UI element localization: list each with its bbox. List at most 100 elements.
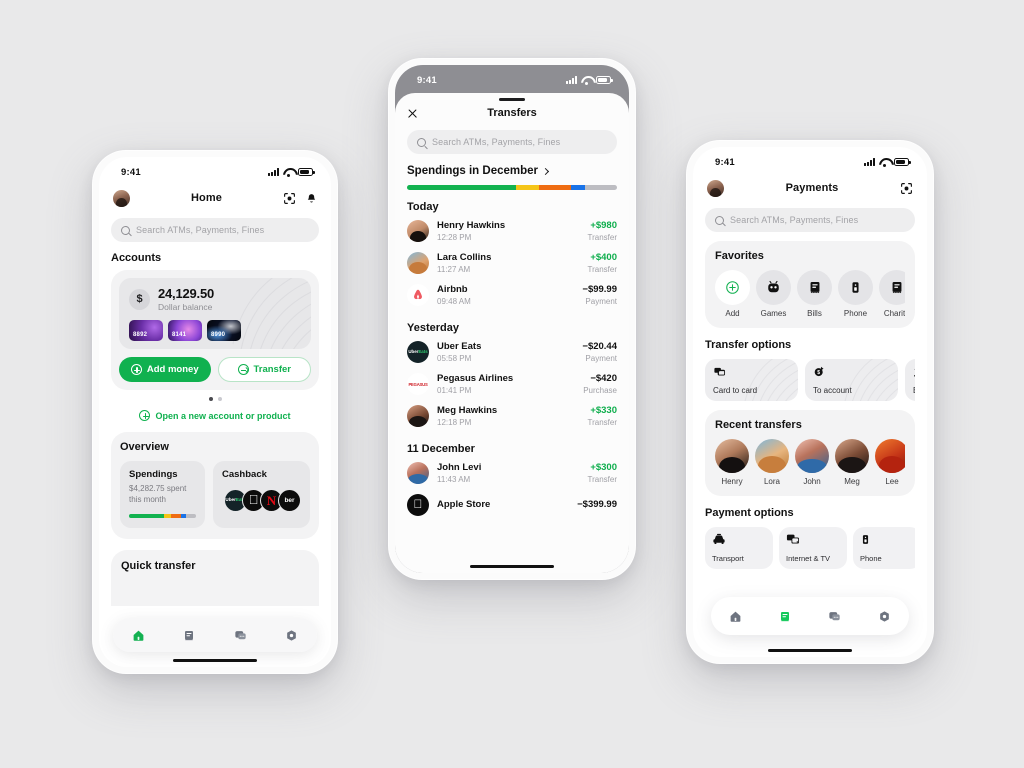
payment-option-phone[interactable]: Phone xyxy=(853,527,915,569)
balance-row: $ 24,129.50 Dollar balance xyxy=(129,286,301,312)
card-last4: 8990 xyxy=(211,332,226,338)
mini-card[interactable]: 8892 xyxy=(129,320,163,341)
recent-transfers-panel: Recent transfers Henry Lora John Meg Lee xyxy=(705,410,915,496)
bar-segment xyxy=(129,513,164,518)
open-new-account-link[interactable]: Open a new account or product xyxy=(111,410,319,421)
transaction-row[interactable]:  Apple Store −$399.99 xyxy=(407,489,617,521)
pager-dot[interactable] xyxy=(217,397,222,401)
home-icon[interactable] xyxy=(132,629,145,642)
transaction-amount: −$420 xyxy=(590,373,617,385)
transfer-button[interactable]: Transfer xyxy=(217,357,311,382)
search-input[interactable]: Search ATMs, Payments, Fines xyxy=(705,208,915,232)
account-summary[interactable]: $ 24,129.50 Dollar balance 8892 8141 899… xyxy=(119,278,311,349)
internet-tv-icon xyxy=(786,534,799,544)
search-placeholder: Search ATMs, Payments, Fines xyxy=(730,215,859,225)
search-placeholder: Search ATMs, Payments, Fines xyxy=(136,225,265,235)
transaction-row[interactable]: Henry Hawkins 12:28 PM +$980 Transfer xyxy=(407,215,617,247)
header-icons xyxy=(900,182,913,195)
home-indicator xyxy=(173,658,257,662)
favorite-bills[interactable]: Bills xyxy=(797,270,832,318)
scan-qr-icon[interactable] xyxy=(900,182,913,195)
transaction-row[interactable]: Uber Eats Uber Eats 05:58 PM −$20.44 Payment xyxy=(407,336,617,368)
phone-home: 9:41 Home Search ATMs, Payments, Fines A… xyxy=(92,150,338,674)
overview-card: Overview Spendings $4,282.75 spent this m… xyxy=(111,432,319,539)
cashback-tile[interactable]: Cashback UberEats  N ber xyxy=(213,461,310,528)
transaction-amount-group: +$400 Transfer xyxy=(588,252,618,274)
transfer-option-to-account[interactable]: $ To account xyxy=(805,359,898,401)
payment-option-internet-tv[interactable]: Internet & TV xyxy=(779,527,847,569)
recent-transfer-item[interactable]: Henry xyxy=(715,439,749,486)
bills-icon[interactable] xyxy=(183,629,195,642)
transaction-info: Henry Hawkins 12:28 PM xyxy=(437,220,580,242)
status-bar: 9:41 xyxy=(99,157,331,183)
pager-dot-active[interactable] xyxy=(208,397,213,401)
transaction-row[interactable]: Airbnb 09:48 AM −$99.99 Payment xyxy=(407,279,617,311)
spendings-amount: $4,282.75 spent this month xyxy=(129,484,187,504)
settings-icon[interactable] xyxy=(878,610,891,623)
transfer-option-bank[interactable]: Bank t xyxy=(905,359,915,401)
close-icon[interactable] xyxy=(407,108,418,119)
bar-segment xyxy=(539,185,571,191)
accounts-pager[interactable] xyxy=(111,397,319,401)
favorite-games[interactable]: Games xyxy=(756,270,791,318)
svg-text:$: $ xyxy=(817,370,820,376)
favorite-charity[interactable]: Charity xyxy=(879,270,905,318)
spendings-bar xyxy=(407,185,617,191)
open-new-account-label: Open a new account or product xyxy=(155,410,291,421)
transaction-name: Airbnb xyxy=(437,284,468,296)
spendings-header[interactable]: Spendings in December xyxy=(407,165,617,177)
home-indicator xyxy=(470,564,554,568)
transaction-row[interactable]: Lara Collins 11:27 AM +$400 Transfer xyxy=(407,247,617,279)
bar-segment xyxy=(407,185,517,191)
payment-option-transport[interactable]: Transport xyxy=(705,527,773,569)
bills-icon xyxy=(797,270,832,305)
recent-transfer-item[interactable]: Meg xyxy=(835,439,869,486)
transfers-sheet: Transfers Search ATMs, Payments, Fines S… xyxy=(395,93,629,573)
recent-transfer-item[interactable]: Lee xyxy=(875,439,905,486)
charity-icon xyxy=(879,270,905,305)
search-icon xyxy=(121,225,130,235)
recent-transfer-label: Lee xyxy=(885,477,899,486)
transaction-row[interactable]: John Levi 11:43 AM +$300 Transfer xyxy=(407,457,617,489)
signal-icon xyxy=(566,76,577,84)
spendings-title: Spendings in December xyxy=(407,165,539,178)
settings-icon[interactable] xyxy=(285,629,298,642)
transfer-option-card-to-card[interactable]: Card to card xyxy=(705,359,798,401)
transaction-avatar xyxy=(407,405,429,428)
home-header: Home xyxy=(111,183,319,213)
transaction-time: 11:43 AM xyxy=(437,474,471,484)
transaction-row[interactable]: PEGASUS Pegasus Airlines 01:41 PM −$420 Purc… xyxy=(407,368,617,400)
avatar[interactable] xyxy=(707,179,724,197)
card-last4: 8141 xyxy=(172,332,187,338)
search-input[interactable]: Search ATMs, Payments, Fines xyxy=(111,218,319,242)
favorite-add[interactable]: Add xyxy=(715,270,750,318)
accounts-card: $ 24,129.50 Dollar balance 8892 8141 899… xyxy=(111,270,319,390)
bell-icon[interactable] xyxy=(306,192,317,205)
bills-icon[interactable] xyxy=(779,610,791,623)
recent-transfer-label: Lora xyxy=(763,477,780,486)
chat-icon[interactable] xyxy=(234,629,247,642)
transfer-options-title: Transfer options xyxy=(705,339,792,351)
mini-card[interactable]: 8141 xyxy=(168,320,202,341)
recent-transfer-item[interactable]: Lora xyxy=(755,439,789,486)
add-money-button[interactable]: Add money xyxy=(119,357,211,382)
avatar[interactable] xyxy=(113,189,130,207)
transaction-amount-group: −$420 Purchase xyxy=(583,373,617,395)
transaction-row[interactable]: Meg Hawkins 12:18 PM +$330 Transfer xyxy=(407,400,617,432)
recent-transfers-title: Recent transfers xyxy=(715,419,802,431)
transaction-avatar xyxy=(407,220,429,243)
favorite-phone[interactable]: Phone xyxy=(838,270,873,318)
transaction-avatar:  xyxy=(407,494,429,517)
mini-card[interactable]: 8990 xyxy=(207,320,241,341)
recent-transfer-item[interactable]: John xyxy=(795,439,829,486)
search-icon xyxy=(715,215,724,225)
chat-icon[interactable] xyxy=(828,610,841,623)
wifi-icon xyxy=(283,168,294,177)
transaction-avatar xyxy=(407,252,429,275)
transfer-option-label: Card to card xyxy=(713,386,758,395)
home-icon[interactable] xyxy=(729,610,742,623)
recent-transfer-label: John xyxy=(803,477,821,486)
spendings-tile[interactable]: Spendings $4,282.75 spent this month xyxy=(120,461,205,528)
scan-qr-icon[interactable] xyxy=(283,192,296,205)
search-input[interactable]: Search ATMs, Payments, Fines xyxy=(407,130,617,155)
